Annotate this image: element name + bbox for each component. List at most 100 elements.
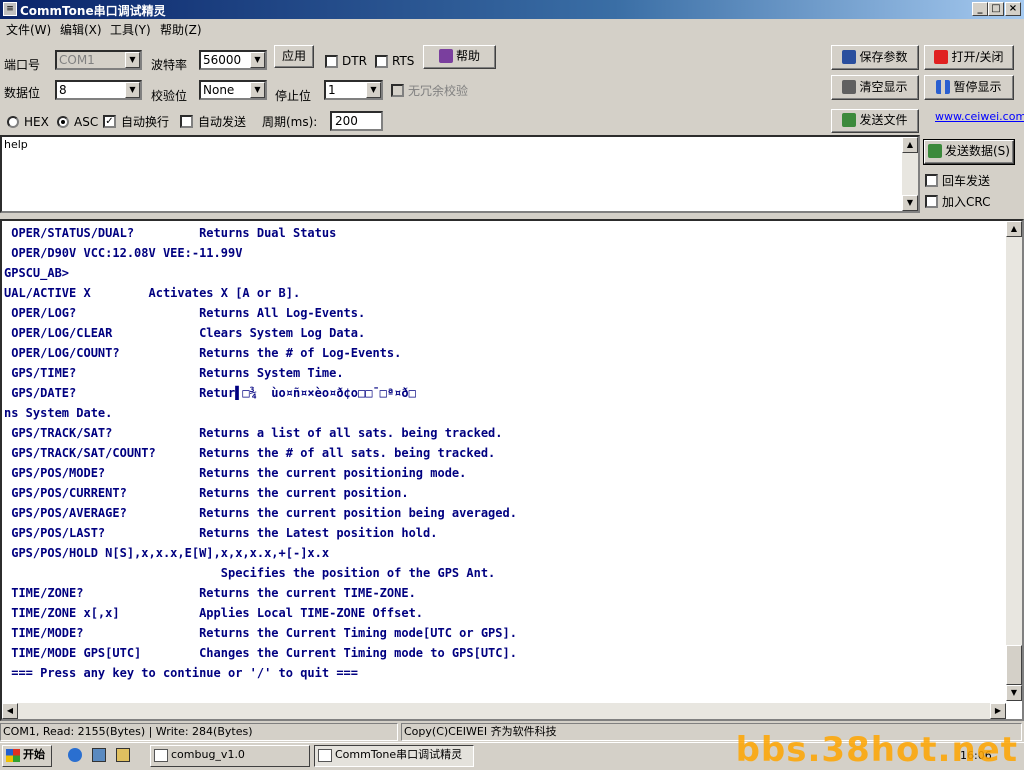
auto-send-label: 自动发送: [198, 115, 247, 129]
stopbits-select[interactable]: 1 ▼: [324, 80, 383, 100]
receive-line: === Press any key to continue or '/' to …: [4, 666, 359, 680]
menu-file[interactable]: 文件(W): [6, 21, 51, 38]
receive-hscrollbar[interactable]: ◀ ▶: [2, 703, 1006, 719]
rts-label: RTS: [392, 54, 415, 68]
apply-button[interactable]: 应用: [274, 45, 314, 68]
receive-text: OPER/STATUS/DUAL? Returns Dual Status OP…: [4, 223, 1004, 701]
scroll-thumb[interactable]: [1006, 645, 1022, 685]
auto-wrap-checkbox[interactable]: ✓: [103, 115, 116, 128]
scroll-left-icon[interactable]: ◀: [2, 703, 18, 719]
asc-radio[interactable]: [57, 116, 69, 128]
scroll-up-icon[interactable]: ▲: [902, 137, 918, 153]
port-label: 端口号: [4, 58, 41, 72]
menu-tools[interactable]: 工具(Y): [110, 21, 151, 38]
pause-display-button[interactable]: 暂停显示: [924, 75, 1014, 100]
receive-line: GPS/DATE? Retur▌□¾ ùo¤ñ¤×èo¤ð¢o□□¯□ª¤ð□: [4, 386, 416, 400]
receive-line: GPS/TRACK/SAT? Returns a list of all sat…: [4, 426, 503, 440]
close-button[interactable]: ×: [1005, 2, 1021, 16]
parity-value: None: [203, 83, 235, 97]
ie-icon[interactable]: [68, 748, 82, 762]
folder-icon[interactable]: [116, 748, 130, 762]
dtr-label: DTR: [342, 54, 367, 68]
receive-area[interactable]: OPER/STATUS/DUAL? Returns Dual Status OP…: [0, 219, 1024, 721]
windows-logo-icon: [6, 749, 20, 762]
parity-label: 校验位: [151, 89, 188, 103]
auto-wrap-label: 自动换行: [121, 115, 170, 129]
hex-radio[interactable]: [7, 116, 19, 128]
maximize-button[interactable]: □: [988, 2, 1004, 16]
scroll-up-icon[interactable]: ▲: [1006, 221, 1022, 237]
title-bar[interactable]: ≡ CommTone串口调试精灵 _ □ ×: [0, 0, 1024, 19]
minimize-button[interactable]: _: [972, 2, 988, 16]
website-link[interactable]: www.ceiwei.com: [935, 109, 1024, 123]
desktop-icon[interactable]: [92, 748, 106, 762]
receive-line: OPER/LOG? Returns All Log-Events.: [4, 306, 366, 320]
chevron-down-icon[interactable]: ▼: [250, 82, 265, 98]
menu-help[interactable]: 帮助(Z): [160, 21, 202, 38]
scroll-right-icon[interactable]: ▶: [990, 703, 1006, 719]
receive-line: GPS/TIME? Returns System Time.: [4, 366, 344, 380]
open-close-button[interactable]: 打开/关闭: [924, 45, 1014, 70]
app-icon[interactable]: ≡: [3, 2, 17, 16]
start-button[interactable]: 开始: [2, 745, 52, 767]
send-icon: [928, 144, 942, 158]
port-value: COM1: [59, 53, 95, 67]
task-combug[interactable]: combug_v1.0: [150, 745, 310, 767]
no-redundant-checkbox[interactable]: [391, 84, 404, 97]
auto-send-checkbox[interactable]: [180, 115, 193, 128]
databits-select[interactable]: 8 ▼: [55, 80, 142, 100]
send-text: help: [4, 138, 28, 151]
receive-line: ns System Date.: [4, 406, 113, 420]
menu-edit[interactable]: 编辑(X): [60, 21, 102, 38]
pause-display-label: 暂停显示: [953, 80, 1002, 94]
period-input[interactable]: 200: [330, 111, 383, 131]
cr-send-label: 回车发送: [942, 174, 991, 188]
cr-send-checkbox[interactable]: [925, 174, 938, 187]
port-select[interactable]: COM1 ▼: [55, 50, 142, 70]
scroll-down-icon[interactable]: ▼: [1006, 685, 1022, 701]
receive-line: UAL/ACTIVE X Activates X [A or B].: [4, 286, 301, 300]
app-icon: [318, 749, 332, 762]
baud-value: 56000: [203, 53, 242, 67]
add-crc-label: 加入CRC: [942, 195, 991, 209]
save-icon: [842, 50, 857, 64]
receive-line: TIME/MODE? Returns the Current Timing mo…: [4, 626, 517, 640]
baud-select[interactable]: 56000 ▼: [199, 50, 267, 70]
menu-bar: 文件(W) 编辑(X) 工具(Y) 帮助(Z): [0, 19, 1024, 38]
clear-display-button[interactable]: 清空显示: [831, 75, 919, 100]
send-file-button[interactable]: 发送文件: [831, 109, 919, 133]
stop-icon: [934, 50, 949, 64]
period-label: 周期(ms):: [262, 115, 318, 129]
asc-label: ASC: [74, 115, 99, 129]
receive-line: TIME/MODE GPS[UTC] Changes the Current T…: [4, 646, 517, 660]
receive-line: GPSCU_AB>: [4, 266, 70, 280]
chevron-down-icon[interactable]: ▼: [125, 52, 140, 68]
send-data-button[interactable]: 发送数据(S): [923, 139, 1015, 165]
trash-icon: [842, 80, 857, 94]
help-button-label: 帮助: [455, 49, 480, 63]
receive-vscrollbar[interactable]: ▲ ▼: [1006, 221, 1022, 701]
chevron-down-icon[interactable]: ▼: [250, 52, 265, 68]
clear-display-label: 清空显示: [859, 80, 908, 94]
chevron-down-icon[interactable]: ▼: [366, 82, 381, 98]
app-icon: [154, 749, 168, 762]
parity-select[interactable]: None ▼: [199, 80, 267, 100]
receive-line: OPER/D90V VCC:12.08V VEE:-11.99V: [4, 246, 243, 260]
send-scrollbar[interactable]: ▲ ▼: [902, 137, 918, 211]
scroll-down-icon[interactable]: ▼: [902, 195, 918, 211]
website-link-text[interactable]: www.ceiwei.com: [935, 110, 1024, 123]
receive-line: GPS/POS/MODE? Returns the current positi…: [4, 466, 467, 480]
task-commtone[interactable]: CommTone串口调试精灵: [314, 745, 474, 767]
dtr-checkbox[interactable]: [325, 55, 338, 68]
chevron-down-icon[interactable]: ▼: [125, 82, 140, 98]
receive-line: TIME/ZONE? Returns the current TIME-ZONE…: [4, 586, 416, 600]
send-textarea[interactable]: help ▲ ▼: [0, 135, 920, 213]
help-button[interactable]: 帮助: [423, 45, 496, 69]
receive-line: OPER/LOG/COUNT? Returns the # of Log-Eve…: [4, 346, 402, 360]
send-file-label: 发送文件: [859, 113, 908, 127]
task-combug-label: combug_v1.0: [171, 748, 245, 761]
task-commtone-label: CommTone串口调试精灵: [335, 748, 463, 761]
rts-checkbox[interactable]: [375, 55, 388, 68]
save-params-button[interactable]: 保存参数: [831, 45, 919, 70]
add-crc-checkbox[interactable]: [925, 195, 938, 208]
